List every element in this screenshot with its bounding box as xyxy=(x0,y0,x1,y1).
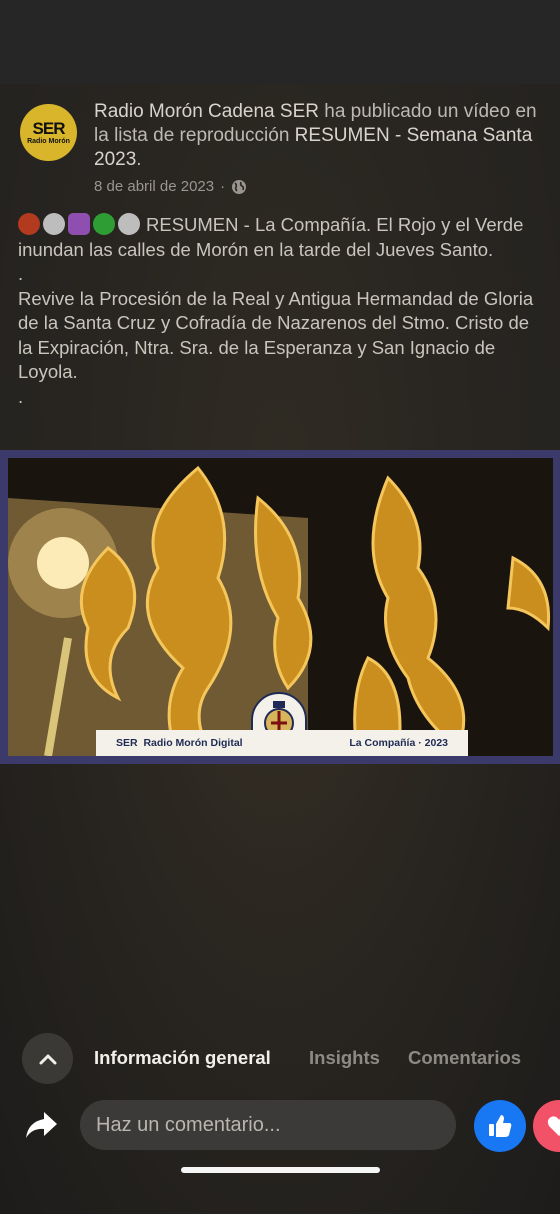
body-line-2: Revive la Procesión de la Real y Antigua… xyxy=(18,287,534,383)
top-bar xyxy=(0,0,560,84)
like-button[interactable] xyxy=(474,1099,526,1152)
collapse-button[interactable] xyxy=(22,1033,73,1084)
video-frame[interactable]: SER Radio Morón Digital La Compañía · 20… xyxy=(8,458,553,756)
post-header: Radio Morón Cadena SER ha publicado un v… xyxy=(94,100,544,172)
emoji-group xyxy=(18,213,140,235)
post-date[interactable]: 8 de abril de 2023 xyxy=(94,178,214,195)
green-circle-emoji xyxy=(93,213,115,235)
video-player[interactable]: SER Radio Morón Digital La Compañía · 20… xyxy=(0,450,560,764)
tab-general[interactable]: Información general xyxy=(94,1047,271,1069)
thumbs-up-icon xyxy=(489,1114,512,1137)
home-indicator[interactable] xyxy=(181,1167,380,1173)
video-title: La Compañía · 2023 xyxy=(349,737,448,749)
avatar-logo: SER xyxy=(32,118,66,138)
meta-separator: · xyxy=(220,178,226,195)
page-name-link[interactable]: Radio Morón Cadena SER xyxy=(94,101,319,122)
heart-icon xyxy=(547,1115,560,1136)
post-body: RESUMEN - La Compañía. El Rojo y el Verd… xyxy=(18,213,546,409)
video-channel: SER Radio Morón Digital xyxy=(116,737,243,749)
tab-comments[interactable]: Comentarios xyxy=(408,1047,521,1069)
body-dot-1: . xyxy=(18,263,24,284)
post-meta: 8 de abril de 2023 · xyxy=(94,178,247,195)
tab-bar: Información general Insights Comentarios xyxy=(22,1033,560,1084)
white-circle-emoji xyxy=(43,213,65,235)
share-icon[interactable] xyxy=(24,1110,58,1140)
orthodox-cross-emoji xyxy=(68,213,90,235)
body-paragraph-1: RESUMEN - La Compañía. El Rojo y el Verd… xyxy=(18,213,546,262)
chevron-up-icon xyxy=(39,1054,56,1064)
white-circle-emoji xyxy=(118,213,140,235)
love-button[interactable] xyxy=(533,1099,560,1152)
video-channel-name: Radio Morón Digital xyxy=(143,737,243,749)
playlist-suffix: . xyxy=(136,149,142,170)
red-circle-emoji xyxy=(18,213,40,235)
video-caption-bar: SER Radio Morón Digital La Compañía · 20… xyxy=(96,730,468,756)
ser-logo-text: SER xyxy=(116,737,138,749)
tab-insights[interactable]: Insights xyxy=(309,1047,380,1069)
globe-icon xyxy=(232,179,247,194)
page-avatar[interactable]: SER Radio Morón xyxy=(20,104,77,161)
comment-row: Haz un comentario... xyxy=(0,1098,560,1154)
avatar-subtitle: Radio Morón xyxy=(27,137,70,145)
comment-input[interactable]: Haz un comentario... xyxy=(80,1100,456,1150)
body-dot-2: . xyxy=(18,385,24,407)
